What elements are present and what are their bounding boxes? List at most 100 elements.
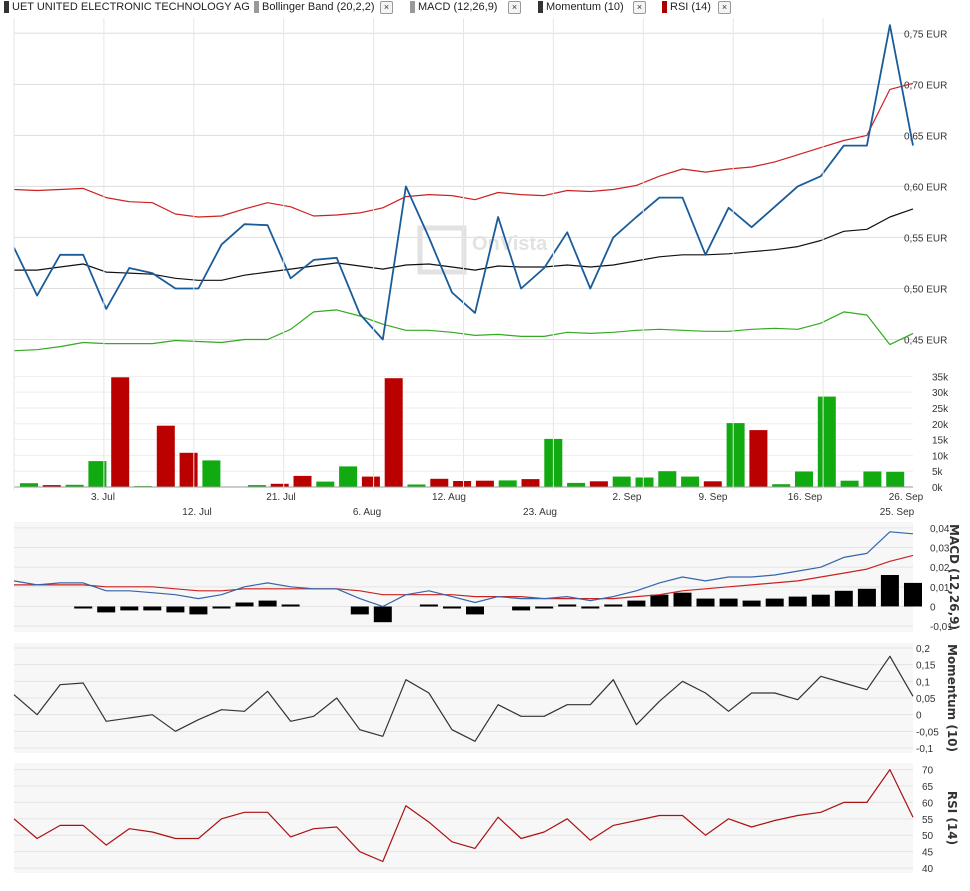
rsi-panel: 40 45 50 55 60 65 70 RSI (14) — [13, 763, 959, 875]
volume-bar — [817, 396, 836, 487]
macd-background — [14, 522, 913, 632]
macd-histogram-bar — [650, 594, 669, 607]
volume-bar — [111, 377, 130, 487]
momentum-panel: -0,1 -0,05 0 0,05 0,1 0,15 0,2 Momentum (10) — [13, 643, 959, 755]
volume-bar — [703, 481, 722, 487]
volume-bar — [202, 460, 221, 487]
momentum-tick-label: 0,05 — [916, 694, 936, 705]
macd-histogram-bar — [765, 598, 784, 607]
volume-bar — [863, 471, 882, 487]
momentum-tick-label: -0,1 — [916, 744, 934, 755]
volume-bar — [475, 480, 494, 487]
volume-bar — [567, 482, 586, 487]
momentum-tick-label: -0,05 — [916, 727, 939, 738]
volume-bar — [726, 423, 745, 487]
stock-chart[interactable]: 0,45 EUR0,50 EUR0,55 EUR0,60 EUR0,65 EUR… — [0, 0, 970, 891]
volume-panel: 0k 5k 10k 15k 20k 25k 30k 35k 3. Jul 21. Jul 12. A… — [14, 372, 949, 518]
macd-histogram-bar — [74, 606, 93, 609]
volume-bar — [293, 475, 312, 487]
macd-tick-label: 0,03 — [930, 544, 950, 555]
x-axis-date-label: 6. Aug — [353, 507, 381, 518]
price-tick-label: 0,45 EUR — [904, 335, 947, 346]
x-axis-date-label: 23. Aug — [523, 507, 557, 518]
macd-histogram-bar — [904, 582, 922, 607]
price-tick-label: 0,60 EUR — [904, 182, 947, 193]
momentum-tick-label: 0 — [916, 711, 922, 722]
macd-histogram-bar — [581, 606, 600, 609]
macd-histogram-bar — [558, 604, 577, 607]
macd-histogram-bar — [466, 606, 484, 615]
volume-bar — [840, 480, 859, 487]
x-axis-date-label: 3. Jul — [91, 492, 115, 503]
price-panel: 0,45 EUR0,50 EUR0,55 EUR0,60 EUR0,65 EUR… — [13, 24, 947, 352]
volume-bar — [384, 378, 403, 487]
volume-bar — [658, 471, 677, 487]
macd-tick-label: 0,01 — [930, 583, 950, 594]
x-axis-date-label: 21. Jul — [266, 492, 295, 503]
macd-histogram-bar — [719, 598, 738, 607]
x-axis-date-label: 12. Aug — [432, 492, 466, 503]
macd-histogram-bar — [235, 602, 254, 607]
macd-histogram-bar — [373, 606, 392, 623]
macd-histogram-bar — [880, 575, 899, 607]
macd-histogram-bar — [120, 606, 139, 611]
macd-histogram-bar — [212, 606, 231, 609]
volume-bar — [635, 477, 654, 487]
macd-histogram-bar — [189, 606, 208, 615]
price-tick-label: 0,55 EUR — [904, 233, 947, 244]
volume-bar — [453, 481, 472, 487]
macd-histogram-bar — [673, 592, 692, 607]
momentum-tick-label: 0,1 — [916, 677, 930, 688]
macd-histogram-bar — [258, 600, 277, 607]
volume-bar — [749, 430, 768, 487]
x-axis-date-label: 2. Sep — [613, 492, 642, 503]
momentum-tick-label: 0,15 — [916, 661, 936, 672]
volume-bar — [156, 425, 175, 487]
volume-bar — [20, 483, 38, 487]
volume-tick-label: 15k — [932, 436, 949, 447]
macd-histogram-bar — [742, 600, 761, 607]
x-axis-date-label: 25. Sep — [880, 507, 915, 518]
macd-histogram-bar — [419, 604, 438, 607]
rsi-tick-label: 60 — [922, 798, 934, 809]
rsi-tick-label: 50 — [922, 831, 934, 842]
volume-tick-label: 10k — [932, 451, 949, 462]
macd-histogram-bar — [443, 606, 461, 609]
macd-panel: -0,0100,010,020,030,04MACD (12,26,9) — [13, 522, 961, 633]
rsi-tick-label: 40 — [922, 864, 934, 875]
macd-histogram-bar — [788, 596, 807, 607]
macd-histogram-bar — [350, 606, 369, 615]
volume-bar — [430, 478, 449, 487]
rsi-tick-label: 65 — [922, 782, 934, 793]
macd-histogram-bar — [97, 606, 116, 613]
volume-bar — [886, 471, 905, 487]
price-tick-label: 0,75 EUR — [904, 29, 947, 40]
volume-bar — [179, 452, 198, 487]
macd-tick-label: 0,02 — [930, 563, 950, 574]
x-axis-date-label: 26. Sep — [889, 492, 924, 503]
rsi-background — [14, 763, 913, 873]
macd-histogram-bar — [834, 590, 853, 607]
rsi-tick-label: 55 — [922, 815, 934, 826]
price-tick-label: 0,50 EUR — [904, 284, 947, 295]
volume-bar — [361, 476, 380, 487]
x-axis-date-label: 12. Jul — [182, 507, 211, 518]
rsi-axis-title: RSI (14) — [945, 791, 959, 845]
macd-histogram-bar — [281, 604, 300, 607]
volume-tick-label: 5k — [932, 467, 944, 478]
macd-histogram-bar — [627, 600, 646, 607]
x-axis-date-label: 16. Sep — [788, 492, 823, 503]
macd-histogram-bar — [143, 606, 162, 611]
volume-bar — [795, 471, 813, 487]
rsi-tick-label: 70 — [922, 766, 934, 777]
volume-tick-label: 0k — [932, 483, 944, 494]
volume-bar — [498, 480, 517, 487]
volume-tick-label: 30k — [932, 388, 949, 399]
macd-axis-title: MACD (12,26,9) — [947, 524, 961, 630]
volume-bar — [339, 466, 358, 487]
price-tick-label: 0,70 EUR — [904, 80, 947, 91]
macd-histogram-bar — [535, 606, 554, 609]
macd-histogram-bar — [811, 594, 830, 607]
macd-histogram-bar — [512, 606, 531, 611]
macd-tick-label: 0 — [930, 602, 936, 613]
